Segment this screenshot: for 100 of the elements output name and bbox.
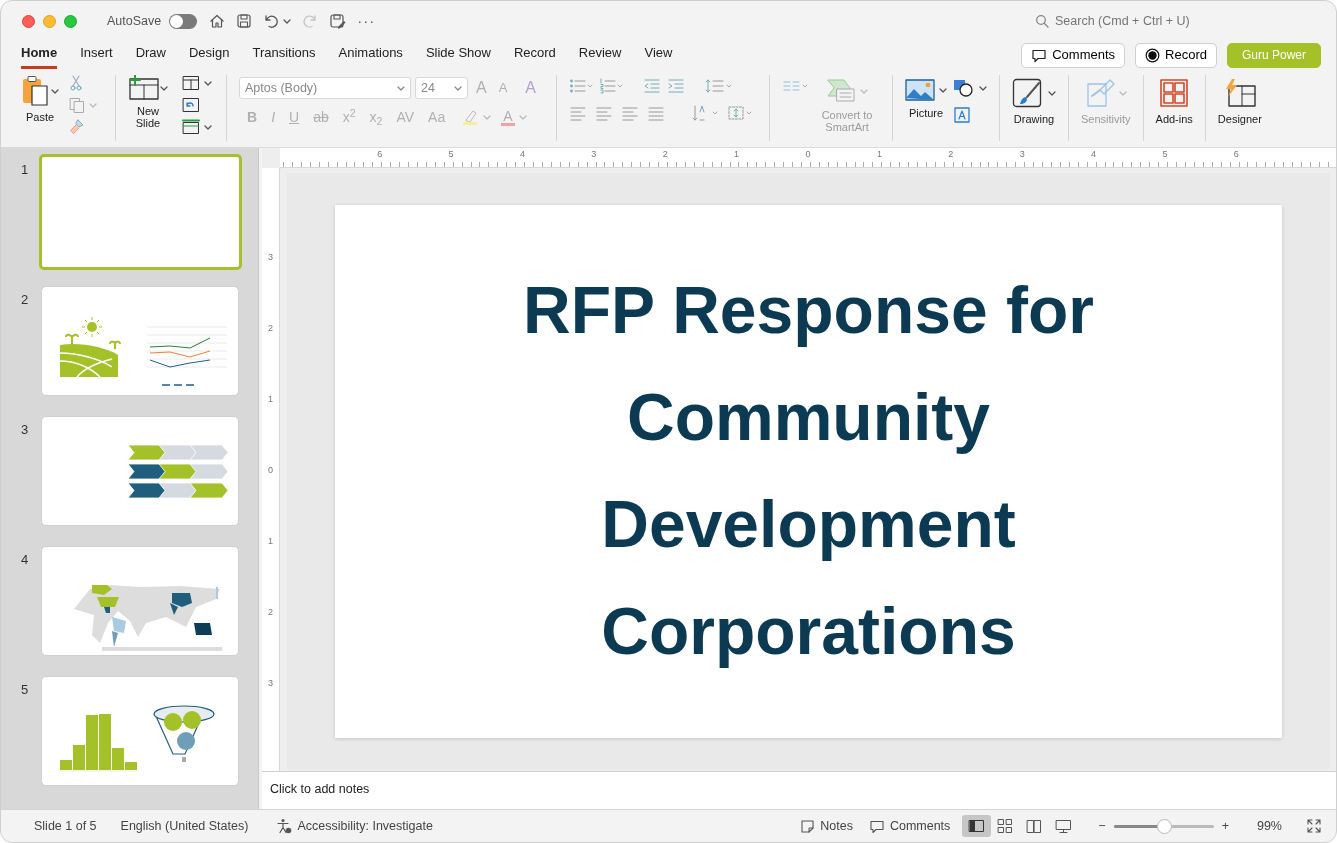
- section-icon[interactable]: [182, 119, 200, 135]
- grid-icon: [1159, 78, 1190, 108]
- funnel-drawing: [153, 705, 215, 762]
- presenter-view-icon: [1055, 818, 1073, 835]
- tag-icon: [1084, 78, 1115, 108]
- autosave-label: AutoSave: [107, 12, 162, 30]
- cut-icon[interactable]: [69, 75, 83, 91]
- paste-button[interactable]: Paste: [21, 75, 59, 123]
- font-size-select[interactable]: 24: [415, 77, 468, 99]
- caret-icon[interactable]: [283, 18, 292, 24]
- caret-icon[interactable]: [204, 124, 212, 130]
- ribbon-tab[interactable]: Record: [513, 40, 556, 70]
- ruler-label: 3: [268, 676, 273, 689]
- sorter-view-icon: [997, 818, 1015, 835]
- new-slide-button[interactable]: New Slide: [128, 75, 168, 129]
- more-button[interactable]: ···: [357, 9, 376, 33]
- accessibility-button[interactable]: Accessibility: Investigate: [272, 814, 437, 838]
- slide-number: 2: [20, 291, 30, 309]
- slide-thumbnail[interactable]: [41, 416, 239, 526]
- comments-button[interactable]: Comments: [864, 814, 955, 838]
- drawing-button[interactable]: Drawing: [1012, 78, 1056, 141]
- image-icon: [905, 78, 935, 102]
- save-icon[interactable]: [236, 13, 253, 29]
- language-label[interactable]: English (United States): [120, 816, 249, 836]
- ribbon-tab[interactable]: Draw: [135, 40, 166, 70]
- ruler-label: 4: [1091, 149, 1097, 159]
- ribbon-tab[interactable]: View: [644, 40, 673, 70]
- comments-button[interactable]: Comments: [1021, 42, 1126, 68]
- ribbon-tab[interactable]: Home: [21, 40, 58, 70]
- line-spacing-icon[interactable]: [705, 78, 733, 94]
- slide-thumbnail[interactable]: [41, 286, 239, 396]
- bullets-icon[interactable]: [569, 78, 593, 94]
- undo-icon[interactable]: [263, 13, 280, 29]
- slide-number: 1: [20, 161, 30, 179]
- ruler-label: 6: [377, 149, 383, 159]
- slide-number: 3: [20, 421, 30, 439]
- caret-icon[interactable]: [204, 80, 212, 86]
- format-painter-icon[interactable]: [69, 119, 85, 135]
- home-icon[interactable]: [209, 13, 226, 29]
- slide-thumbnail[interactable]: [39, 154, 242, 270]
- slide-thumbnail[interactable]: [41, 676, 239, 786]
- search-icon: [1035, 14, 1049, 28]
- copy-icon[interactable]: [69, 97, 85, 113]
- ribbon-tab[interactable]: Transitions: [252, 40, 316, 70]
- designer-button[interactable]: Designer: [1217, 78, 1262, 141]
- note-icon: [800, 818, 816, 834]
- zoom-percentage[interactable]: 99%: [1256, 816, 1282, 836]
- caret-icon[interactable]: [1048, 90, 1056, 96]
- caret-icon[interactable]: [939, 87, 947, 93]
- fit-to-window-icon[interactable]: [1306, 818, 1322, 835]
- ribbon-tab[interactable]: Insert: [80, 40, 113, 70]
- record-button[interactable]: Record: [1135, 42, 1217, 68]
- reset-icon[interactable]: [182, 97, 200, 113]
- minimize-button[interactable]: [43, 14, 56, 28]
- caret-icon[interactable]: [397, 85, 405, 91]
- numbering-icon[interactable]: [599, 78, 623, 94]
- ruler-label: 3: [268, 250, 273, 263]
- brush-canvas-icon: [1012, 78, 1044, 108]
- search-field[interactable]: Search (Cmd + Ctrl + U): [1053, 10, 1218, 32]
- ruler-label: 5: [448, 149, 454, 159]
- reading-view-icon: [1026, 818, 1044, 835]
- font-name-select[interactable]: Aptos (Body): [239, 77, 411, 99]
- slide-number: 5: [20, 681, 30, 699]
- view-button[interactable]: [962, 814, 992, 838]
- caret-icon[interactable]: [979, 85, 987, 91]
- ribbon-tab[interactable]: Slide Show: [425, 40, 491, 70]
- slide-number: 4: [20, 551, 30, 569]
- autosave-toggle[interactable]: [169, 13, 198, 29]
- zoom-out-button[interactable]: −: [1094, 814, 1110, 838]
- caret-icon[interactable]: [454, 85, 462, 91]
- accessibility-icon: [276, 818, 293, 834]
- shapes-icon[interactable]: [953, 78, 975, 98]
- ruler-label: 6: [1233, 149, 1239, 159]
- ribbon-tab[interactable]: Animations: [338, 40, 403, 70]
- ruler-label: 3: [591, 149, 597, 159]
- slide-thumbnail[interactable]: [41, 546, 239, 656]
- text-box-icon[interactable]: [953, 106, 971, 124]
- ribbon-tab[interactable]: Design: [189, 40, 230, 70]
- add-ins-button[interactable]: Add-ins: [1155, 78, 1193, 141]
- ruler-label: 1: [876, 149, 882, 159]
- record-icon[interactable]: [1145, 47, 1161, 63]
- notes-button[interactable]: Notes: [796, 814, 857, 838]
- zoom-slider[interactable]: [1156, 818, 1172, 834]
- text-direction-icon[interactable]: [691, 104, 719, 122]
- caret-icon[interactable]: [51, 88, 59, 94]
- close-button[interactable]: [22, 14, 35, 28]
- picture-button[interactable]: Picture: [905, 78, 947, 141]
- ruler-label: 2: [948, 149, 954, 159]
- zoom-in-button[interactable]: +: [1217, 814, 1233, 838]
- comment-icon[interactable]: [1031, 47, 1048, 63]
- notes-placeholder[interactable]: Click to add notes: [270, 782, 370, 796]
- ruler-label: 2: [268, 321, 273, 334]
- zoom-button[interactable]: [64, 14, 77, 28]
- new-slide-icon: [128, 75, 160, 101]
- ribbon-tab[interactable]: Review: [578, 40, 622, 70]
- slide-canvas[interactable]: RFP Response for Community Development Corporations: [335, 204, 1282, 738]
- layout-icon[interactable]: [182, 75, 200, 91]
- save-edit-icon[interactable]: [329, 13, 347, 29]
- caret-icon[interactable]: [160, 85, 168, 91]
- slide-counter: Slide 1 of 5: [34, 817, 97, 835]
